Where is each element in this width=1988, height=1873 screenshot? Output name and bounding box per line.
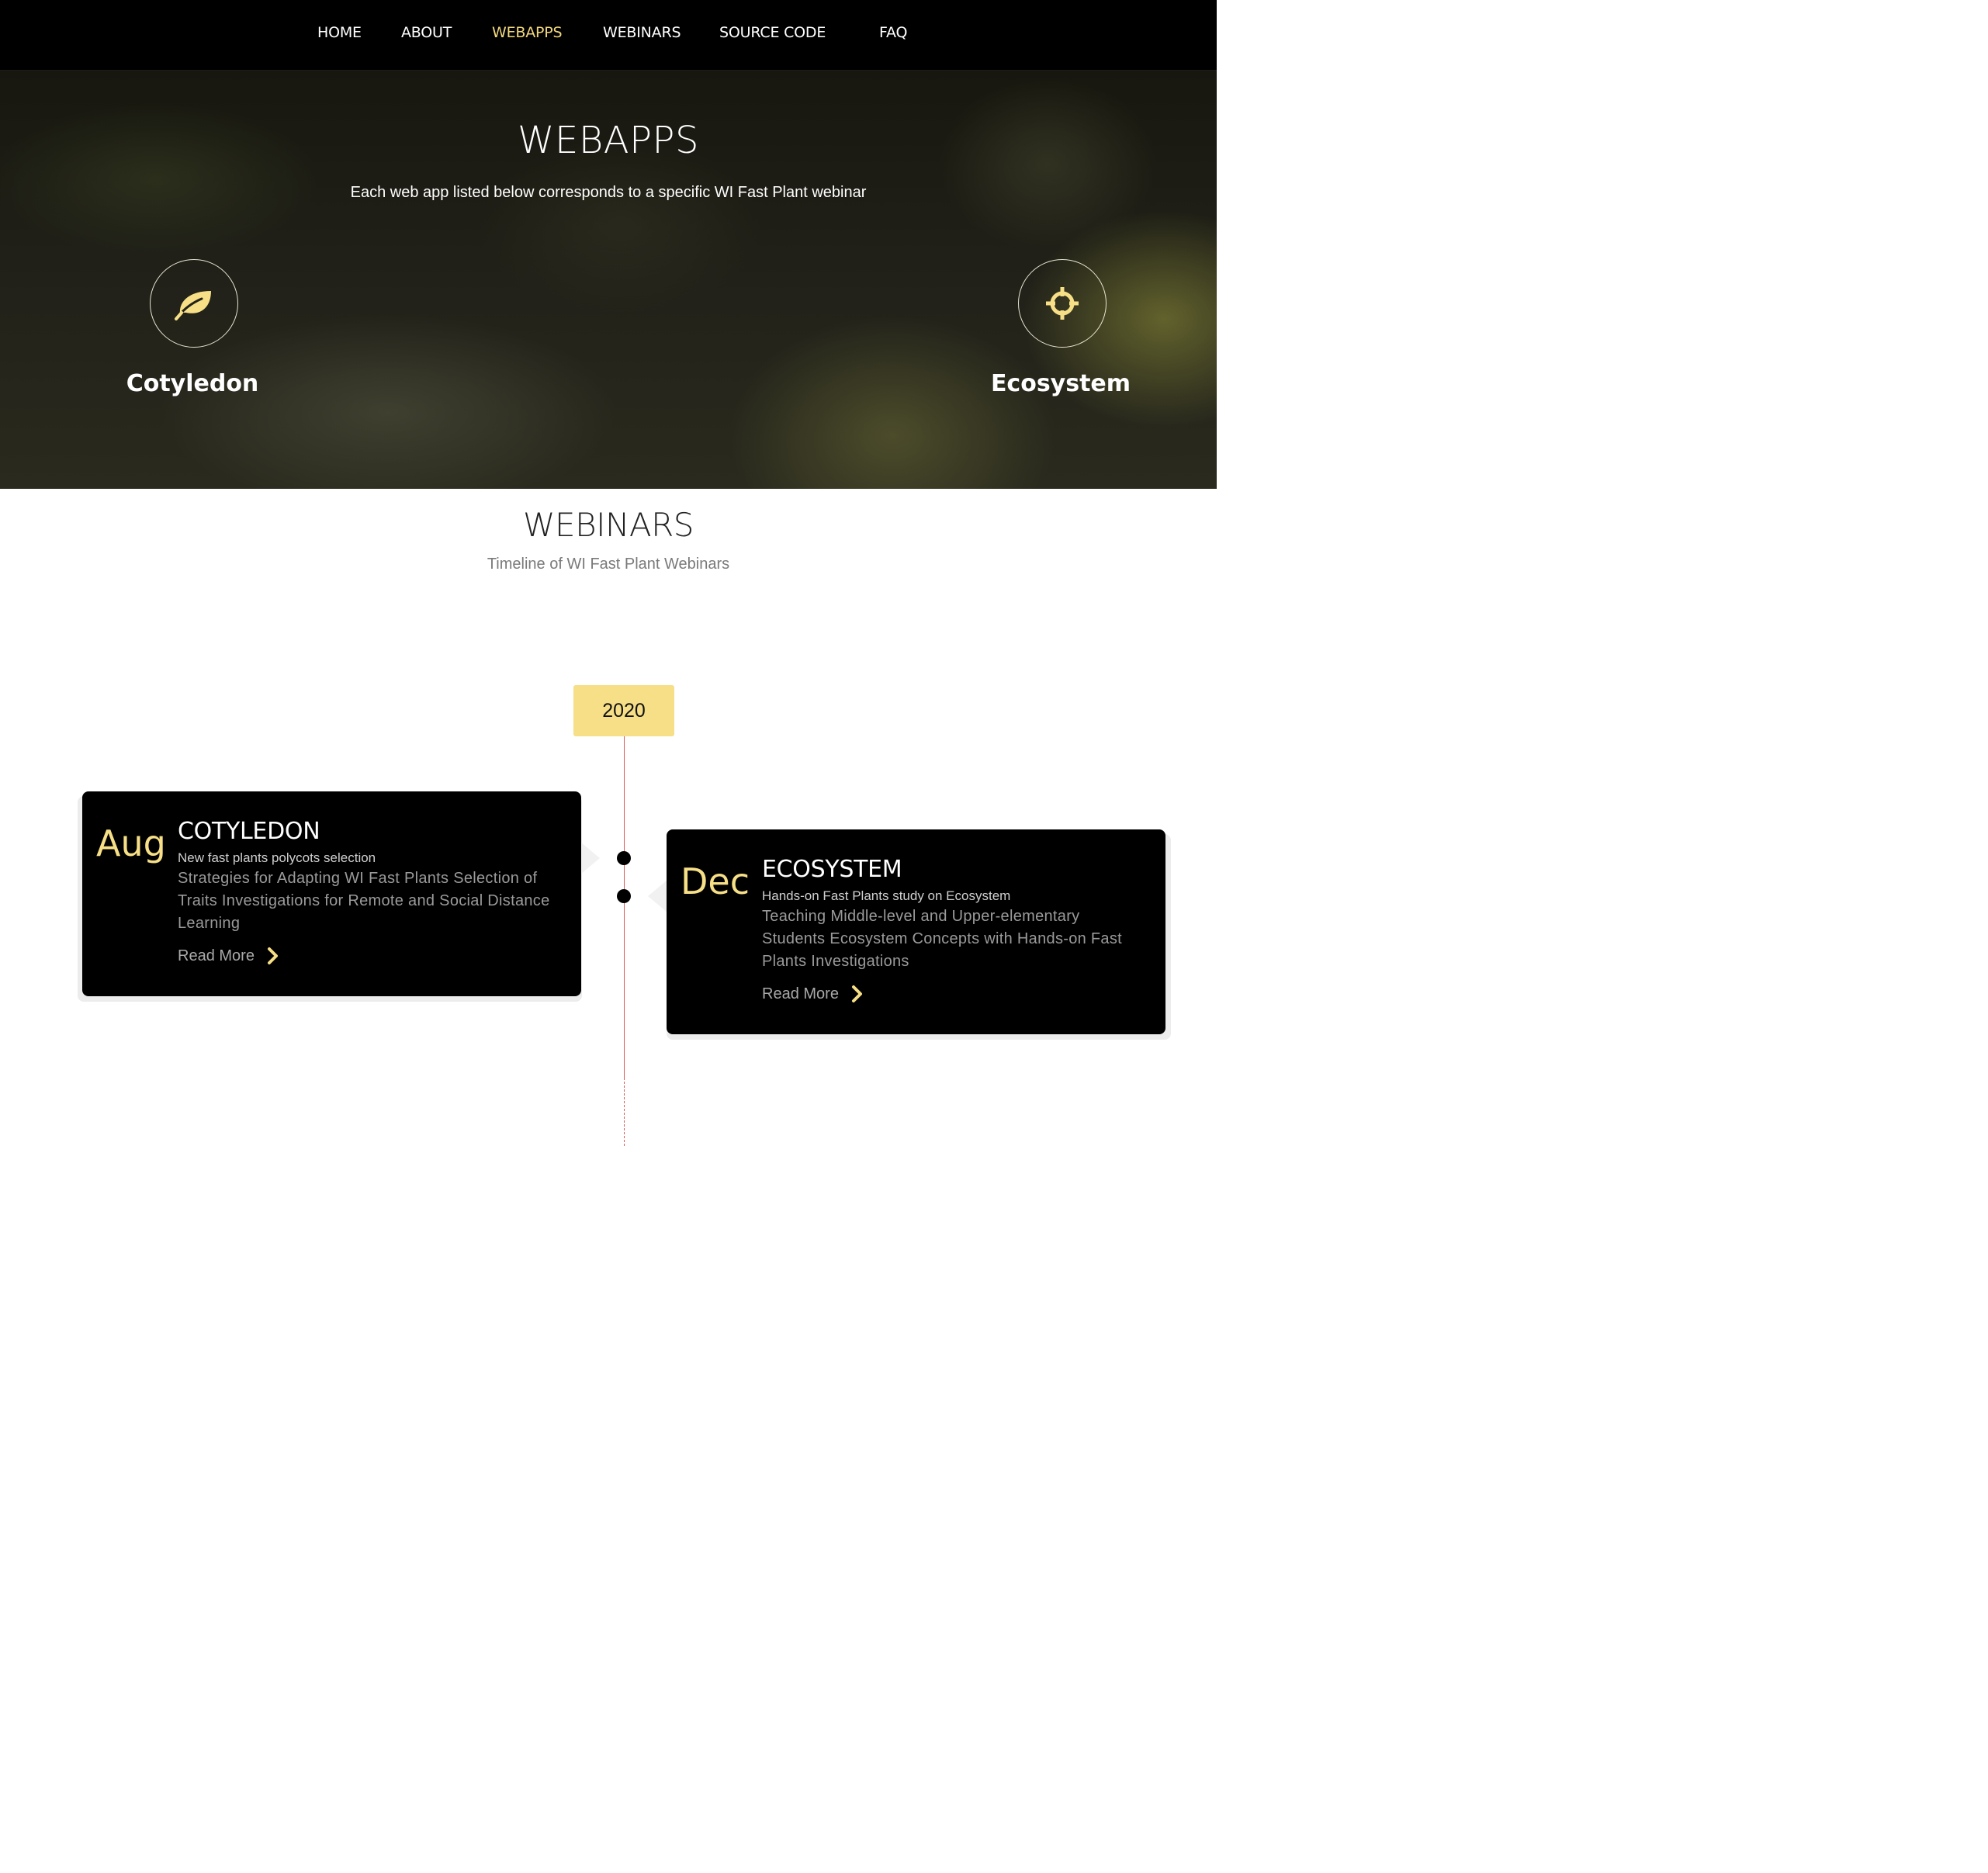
nav-about[interactable]: ABOUT (401, 22, 452, 43)
nav-faq[interactable]: FAQ (879, 22, 907, 43)
webinar-card-ecosystem: Dec ECOSYSTEM Hands-on Fast Plants study… (667, 829, 1165, 1034)
card-subtitle: Hands-on Fast Plants study on Ecosystem (762, 888, 1011, 903)
timeline-dot (617, 851, 631, 865)
card-title: COTYLEDON (178, 818, 320, 845)
timeline-dashed-line (624, 1078, 625, 1146)
read-more-label: Read More (178, 947, 255, 964)
card-subtitle: New fast plants polycots selection (178, 850, 376, 865)
webinars-subtitle: Timeline of WI Fast Plant Webinars (487, 556, 730, 573)
card-pointer (581, 843, 600, 874)
hero-title: WEBAPPS (518, 119, 699, 162)
hero-section: WEBAPPS Each web app listed below corres… (0, 71, 1217, 489)
nav-home[interactable]: HOME (317, 22, 362, 43)
card-month: Aug (96, 822, 166, 864)
chevron-right-icon (267, 947, 278, 964)
crosshair-icon (1046, 287, 1079, 320)
chevron-right-icon (851, 985, 862, 1002)
read-more-link[interactable]: Read More (178, 947, 279, 965)
nav-source-code[interactable]: SOURCE CODE (719, 22, 826, 43)
ecosystem-app-button[interactable] (1018, 259, 1107, 348)
read-more-link[interactable]: Read More (762, 985, 864, 1003)
ecosystem-app-label[interactable]: Ecosystem (944, 370, 1177, 397)
cotyledon-app-button[interactable] (150, 259, 238, 348)
card-month: Dec (681, 860, 750, 902)
timeline-dot (617, 889, 631, 903)
card-title: ECOSYSTEM (762, 856, 902, 883)
read-more-label: Read More (762, 985, 839, 1002)
hero-subtitle: Each web app listed below corresponds to… (350, 184, 867, 201)
nav-webinars[interactable]: WEBINARS (603, 22, 681, 43)
webinar-card-cotyledon: Aug COTYLEDON New fast plants polycots s… (82, 791, 581, 996)
nav-webapps[interactable]: WEBAPPS (492, 22, 563, 43)
card-pointer (648, 881, 667, 912)
card-description: Strategies for Adapting WI Fast Plants S… (178, 870, 550, 932)
leaf-icon (175, 291, 211, 320)
year-badge: 2020 (573, 685, 674, 736)
webinars-title: WEBINARS (523, 506, 694, 544)
timeline-line (624, 736, 625, 1078)
card-description: Teaching Middle-level and Upper-elementa… (762, 908, 1123, 970)
cotyledon-app-label[interactable]: Cotyledon (76, 370, 309, 397)
top-nav: HOME ABOUT WEBAPPS WEBINARS SOURCE CODE … (0, 0, 1217, 71)
